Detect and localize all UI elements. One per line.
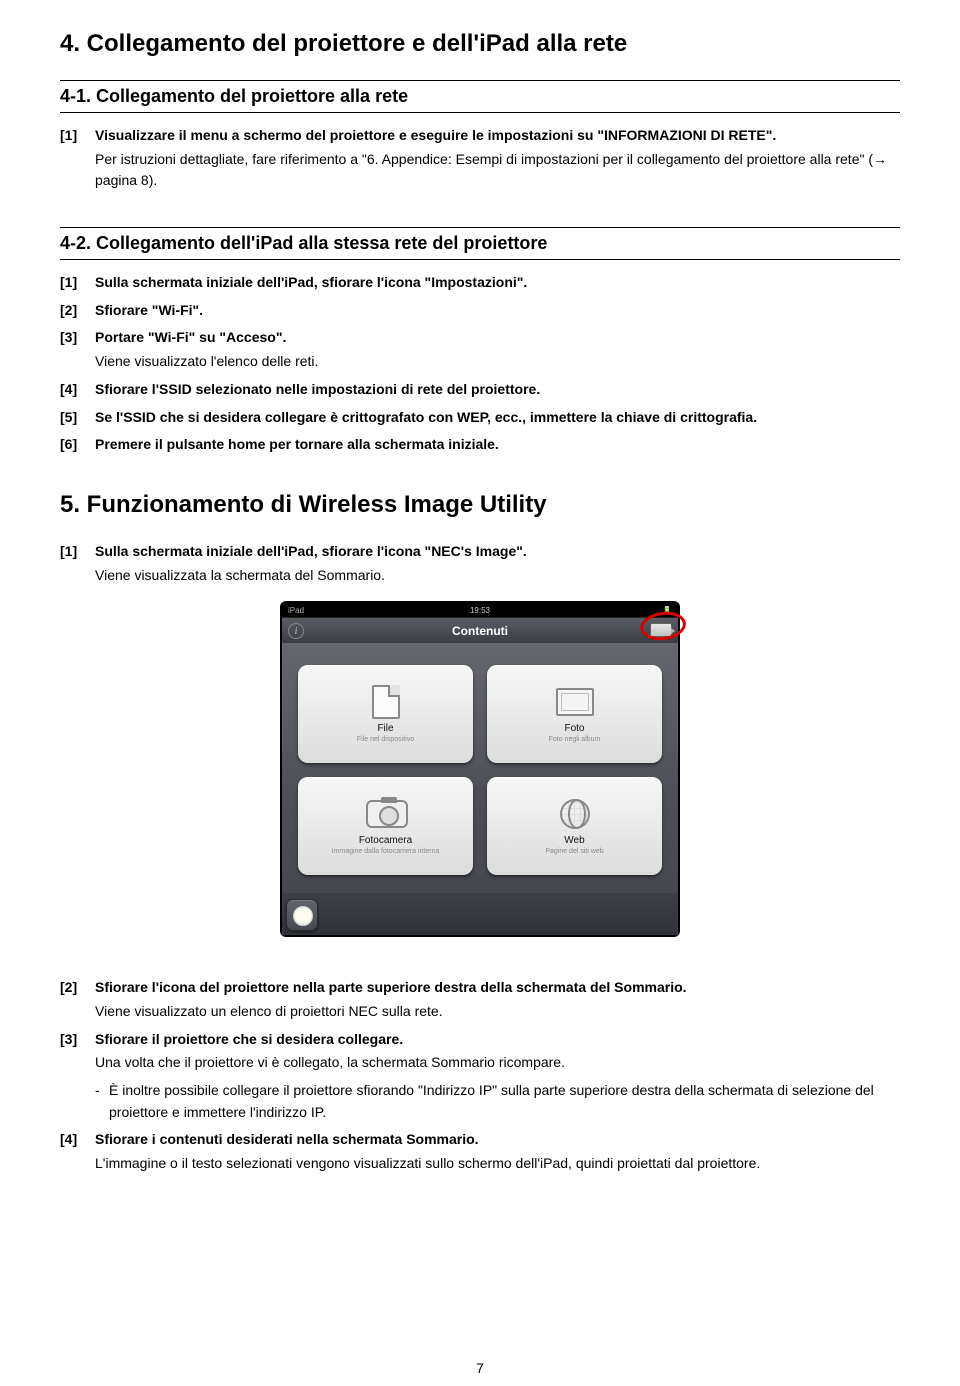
nav-title: Contenuti [452,624,508,638]
step-note: Viene visualizzato un elenco di proietto… [95,1001,900,1023]
ipad-content: File File nel dispositivo Foto Foto negl… [282,643,678,893]
step-text: Sfiorare "Wi-Fi". [95,300,900,322]
card-label: Web [564,835,584,846]
step-4-2-4: [4] Sfiorare l'SSID selezionato nelle im… [60,379,900,401]
step-text: Sulla schermata iniziale dell'iPad, sfio… [95,541,900,586]
step-4-2-1: [1] Sulla schermata iniziale dell'iPad, … [60,272,900,294]
step-num: [6] [60,434,95,456]
section-5-steps-b: [2] Sfiorare l'icona del proiettore nell… [60,977,900,1175]
step-text: Se l'SSID che si desidera collegare è cr… [95,407,900,429]
step-num: [5] [60,407,95,429]
section-4-2-steps: [1] Sulla schermata iniziale dell'iPad, … [60,272,900,456]
step-sub-item: - È inoltre possibile collegare il proie… [95,1080,900,1123]
card-photo[interactable]: Foto Foto negli album [487,665,662,763]
info-icon[interactable]: i [288,623,304,639]
step-num: [1] [60,125,95,192]
ipad-navbar: i Contenuti [282,617,678,643]
section-4-2-title: 4-2. Collegamento dell'iPad alla stessa … [60,227,900,260]
step-bold: Sfiorare i contenuti desiderati nella sc… [95,1129,900,1151]
card-camera[interactable]: Fotocamera Immagine dalla fotocamera int… [298,777,473,875]
step-4-2-6: [6] Premere il pulsante home per tornare… [60,434,900,456]
camera-icon [366,797,406,831]
step-num: [2] [60,977,95,1022]
page-number: 7 [0,1360,960,1376]
step-5-3: [3] Sfiorare il proiettore che si deside… [60,1029,900,1124]
card-sub: Foto negli album [549,736,601,743]
step-4-2-3: [3] Portare "Wi-Fi" su "Acceso". Viene v… [60,327,900,372]
dock-brightness-icon[interactable] [286,899,318,931]
step-4-2-5: [5] Se l'SSID che si desidera collegare … [60,407,900,429]
step-num: [3] [60,327,95,372]
photo-icon [555,685,595,719]
section-4-1-title: 4-1. Collegamento del proiettore alla re… [60,80,900,113]
card-grid: File File nel dispositivo Foto Foto negl… [298,665,662,875]
section-5-steps-a: [1] Sulla schermata iniziale dell'iPad, … [60,541,900,586]
file-icon [366,685,406,719]
section-4-title: 4. Collegamento del proiettore e dell'iP… [60,30,900,58]
card-label: File [377,723,393,734]
step-text: Visualizzare il menu a schermo del proie… [95,125,900,192]
projector-icon[interactable] [650,623,672,637]
step-text: Premere il pulsante home per tornare all… [95,434,900,456]
status-time: 19:53 [280,606,680,615]
card-web[interactable]: Web Pagine del siti web [487,777,662,875]
step-sub-text: È inoltre possibile collegare il proiett… [109,1080,900,1123]
step-bold: Portare "Wi-Fi" su "Acceso". [95,327,900,349]
step-note: Viene visualizzata la schermata del Somm… [95,565,900,587]
section-4-1-steps: [1] Visualizzare il menu a schermo del p… [60,125,900,192]
step-num: [1] [60,272,95,294]
step-5-2: [2] Sfiorare l'icona del proiettore nell… [60,977,900,1022]
ipad-statusbar: iPad 19:53 🔋 [282,603,678,617]
note-part-b: pagina 8). [95,172,157,188]
dash-icon: - [95,1080,109,1123]
card-sub: File nel dispositivo [357,736,414,743]
step-text: Sfiorare l'SSID selezionato nelle impost… [95,379,900,401]
step-5-4: [4] Sfiorare i contenuti desiderati nell… [60,1129,900,1174]
step-note: Una volta che il proiettore vi è collega… [95,1052,900,1074]
step-text: Sfiorare l'icona del proiettore nella pa… [95,977,900,1022]
step-note: L'immagine o il testo selezionati vengon… [95,1153,900,1175]
ipad-dock [282,893,678,935]
step-bold: Sfiorare l'icona del proiettore nella pa… [95,977,900,999]
step-num: [1] [60,541,95,586]
step-num: [4] [60,1129,95,1174]
step-4-2-2: [2] Sfiorare "Wi-Fi". [60,300,900,322]
step-num: [2] [60,300,95,322]
note-part-a: Per istruzioni dettagliate, fare riferim… [95,151,873,167]
step-text: Sfiorare i contenuti desiderati nella sc… [95,1129,900,1174]
ipad-frame: iPad 19:53 🔋 i Contenuti File File nel d… [280,601,680,937]
card-label: Fotocamera [359,835,412,846]
step-5-1: [1] Sulla schermata iniziale dell'iPad, … [60,541,900,586]
card-sub: Immagine dalla fotocamera interna [332,848,440,855]
step-num: [4] [60,379,95,401]
step-text: Sfiorare il proiettore che si desidera c… [95,1029,900,1124]
card-sub: Pagine del siti web [545,848,603,855]
step-bold: Sfiorare il proiettore che si desidera c… [95,1029,900,1051]
arrow-right-icon: → [873,151,887,167]
step-bold: Sulla schermata iniziale dell'iPad, sfio… [95,541,900,563]
ipad-screenshot: iPad 19:53 🔋 i Contenuti File File nel d… [60,601,900,937]
card-label: Foto [564,723,584,734]
step-4-1-1: [1] Visualizzare il menu a schermo del p… [60,125,900,192]
step-note: Per istruzioni dettagliate, fare riferim… [95,149,900,192]
step-text: Portare "Wi-Fi" su "Acceso". Viene visua… [95,327,900,372]
step-note: Viene visualizzato l'elenco delle reti. [95,351,900,373]
card-file[interactable]: File File nel dispositivo [298,665,473,763]
step-num: [3] [60,1029,95,1124]
step-bold: Visualizzare il menu a schermo del proie… [95,125,900,147]
section-5-title: 5. Funzionamento di Wireless Image Utili… [60,491,900,519]
globe-icon [555,797,595,831]
step-text: Sulla schermata iniziale dell'iPad, sfio… [95,272,900,294]
